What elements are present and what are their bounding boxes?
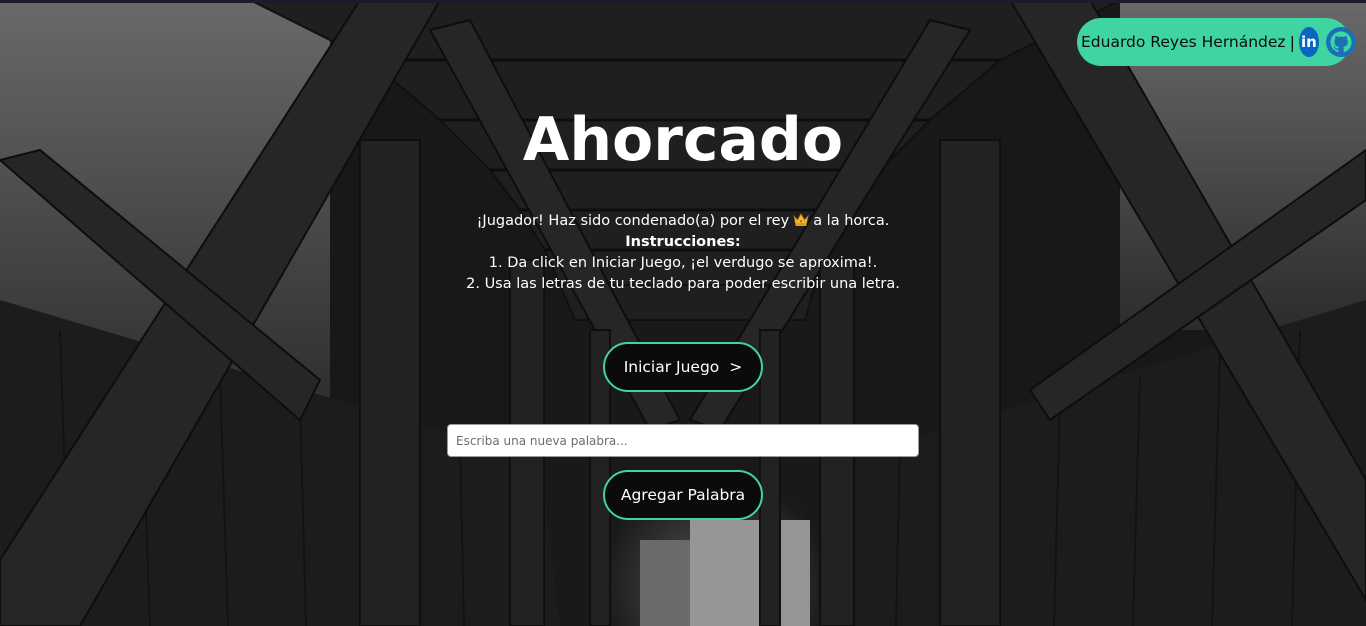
instruction-step-2: 2. Usa las letras de tu teclado para pod… (466, 276, 900, 292)
author-name: Eduardo Reyes Hernández (1081, 33, 1286, 51)
top-border (0, 0, 1366, 3)
page-title: Ahorcado (522, 105, 844, 175)
crown-icon (793, 213, 809, 226)
intro-line: ¡Jugador! Haz sido condenado(a) por el r… (0, 211, 1366, 232)
github-icon[interactable] (1325, 26, 1357, 58)
intro-text-before: ¡Jugador! Haz sido condenado(a) por el r… (476, 213, 790, 229)
author-separator: | (1289, 32, 1295, 52)
author-badge: Eduardo Reyes Hernández | in (1077, 18, 1356, 66)
start-game-button[interactable]: Iniciar Juego > (603, 342, 763, 392)
add-word-label: Agregar Palabra (620, 486, 746, 504)
instruction-step-1: 1. Da click en Iniciar Juego, ¡el verdug… (488, 255, 878, 271)
start-game-label: Iniciar Juego (623, 358, 720, 376)
linkedin-icon[interactable]: in (1298, 27, 1319, 57)
intro-text-after: a la horca. (813, 213, 890, 229)
chevron-right-icon: > (729, 358, 743, 376)
instructions-block: ¡Jugador! Haz sido condenado(a) por el r… (0, 211, 1366, 295)
instructions-heading: Instrucciones: (625, 234, 741, 250)
page: Eduardo Reyes Hernández | in Ahorcado ¡J… (0, 0, 1366, 626)
new-word-input[interactable] (447, 424, 919, 457)
background-bridge-image (0, 0, 1366, 626)
add-word-button[interactable]: Agregar Palabra (603, 470, 763, 520)
